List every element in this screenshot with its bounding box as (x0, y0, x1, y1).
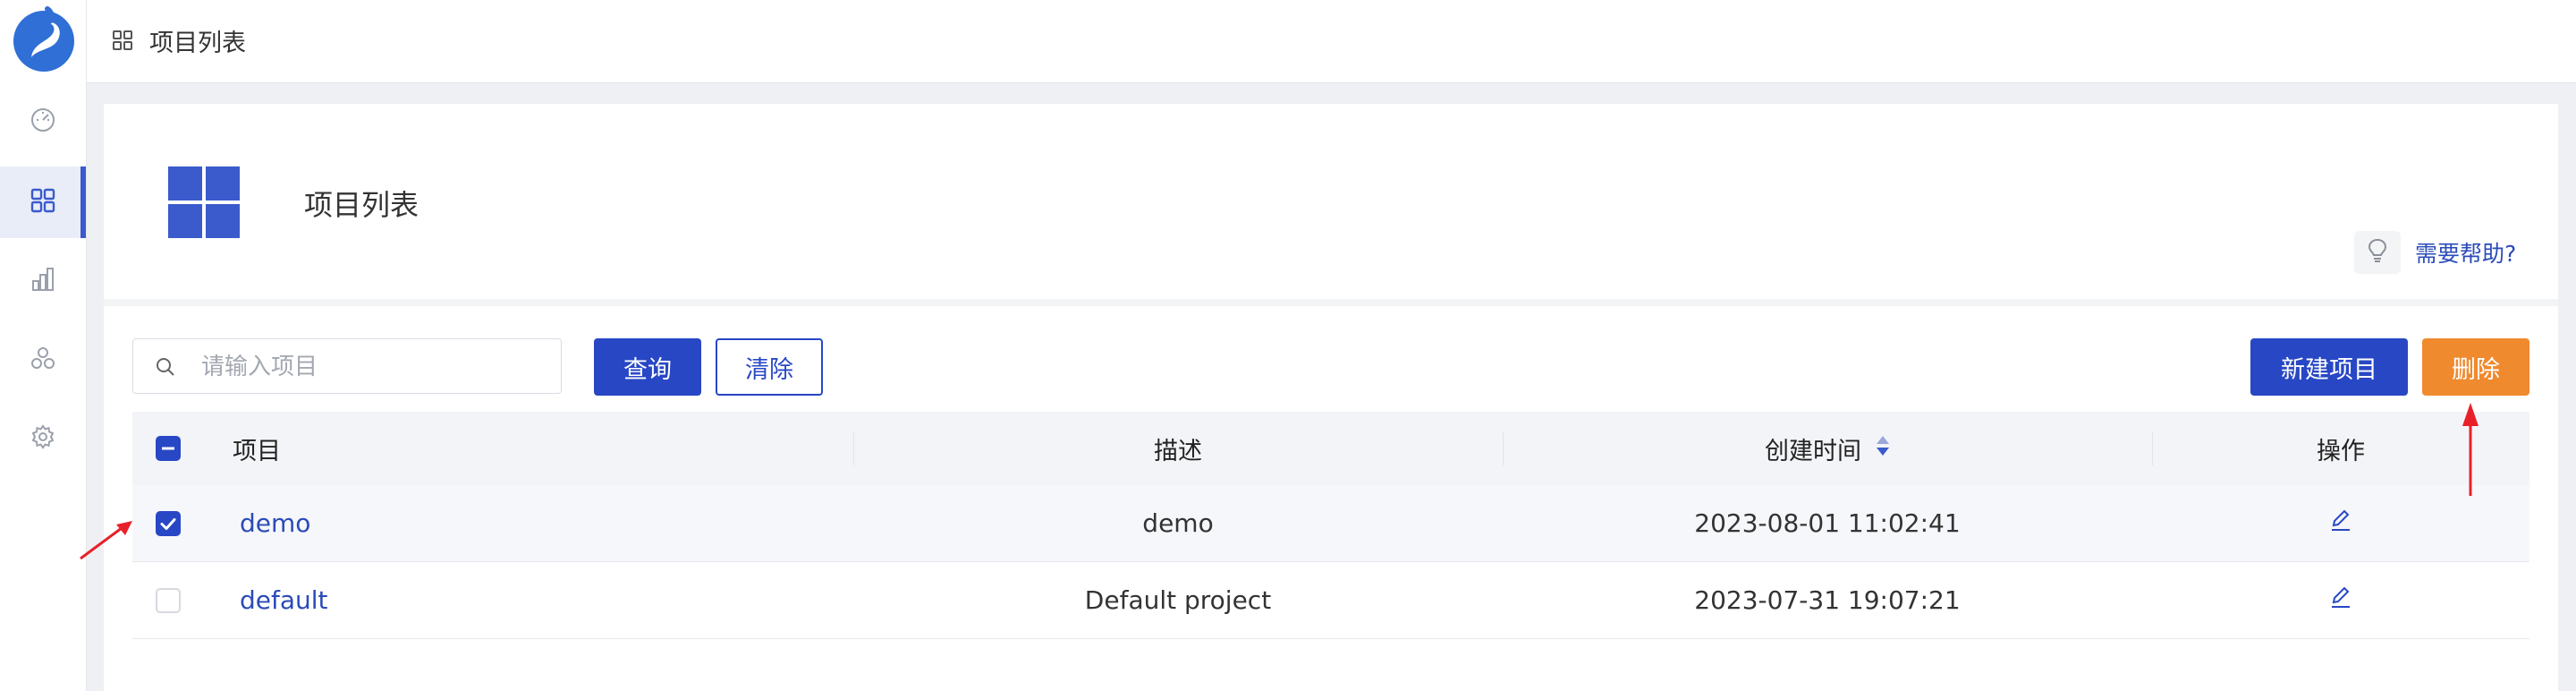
table-row[interactable]: default Default project 2023-07-31 19:07… (132, 562, 2529, 639)
sidebar-item-projects[interactable] (0, 166, 86, 238)
sort-icon[interactable] (1876, 434, 1890, 464)
column-header-created-label: 创建时间 (1765, 437, 1861, 465)
annotation-arrow-checkbox (80, 521, 132, 560)
lightbulb-icon (2368, 238, 2387, 267)
sidebar-item-settings[interactable] (0, 403, 86, 474)
project-description: Default project (1084, 585, 1272, 615)
table-row[interactable]: demo demo 2023-08-01 11:02:41 (132, 485, 2529, 562)
page-title: 项目列表 (304, 188, 419, 222)
select-all-checkbox[interactable] (156, 436, 181, 461)
clear-button[interactable]: 清除 (716, 338, 823, 396)
search-input[interactable] (199, 348, 552, 386)
help-link[interactable]: 需要帮助? (2415, 236, 2516, 269)
project-created-time: 2023-08-01 11:02:41 (1694, 508, 1961, 538)
search-box (132, 338, 562, 394)
new-project-button[interactable]: 新建项目 (2250, 338, 2408, 396)
column-header-description[interactable]: 描述 (853, 412, 1503, 485)
edit-icon (2328, 584, 2353, 616)
help-bulb-button[interactable] (2354, 231, 2401, 274)
column-header-project[interactable]: 项目 (233, 412, 281, 485)
row-checkbox[interactable] (156, 588, 181, 613)
project-name-link[interactable]: default (240, 562, 328, 638)
project-description: demo (1142, 508, 1214, 538)
grid-icon (112, 30, 133, 55)
search-icon (155, 356, 176, 381)
project-name-link[interactable]: demo (240, 485, 310, 561)
sidebar-item-dashboard[interactable] (0, 86, 86, 158)
sidebar (0, 0, 87, 691)
column-header-created[interactable]: 创建时间 (1503, 412, 2152, 485)
breadcrumb: 项目列表 (149, 30, 246, 57)
header-divider (104, 299, 2558, 306)
delete-button[interactable]: 删除 (2422, 338, 2529, 396)
project-created-time: 2023-07-31 19:07:21 (1694, 585, 1961, 615)
edit-button[interactable] (2152, 562, 2529, 638)
projects-grid-icon (166, 165, 242, 243)
row-checkbox[interactable] (156, 511, 181, 536)
bar-chart-icon (30, 266, 56, 296)
app-logo[interactable] (12, 4, 76, 75)
table-header: 项目 描述 创建时间 操作 (132, 412, 2529, 485)
edit-icon (2328, 508, 2353, 539)
top-bar: 项目列表 (87, 0, 2576, 83)
grid-icon (30, 187, 56, 218)
query-button[interactable]: 查询 (594, 338, 701, 396)
project-list-panel: 项目列表 需要帮助? 查询 清除 新建项目 删除 项目 (104, 104, 2558, 691)
annotation-arrow-delete (2462, 403, 2479, 496)
sidebar-item-clusters[interactable] (0, 324, 86, 396)
gear-icon (30, 423, 56, 454)
dashboard-icon (30, 107, 56, 137)
cluster-icon (30, 345, 56, 375)
sidebar-item-reports[interactable] (0, 245, 86, 317)
